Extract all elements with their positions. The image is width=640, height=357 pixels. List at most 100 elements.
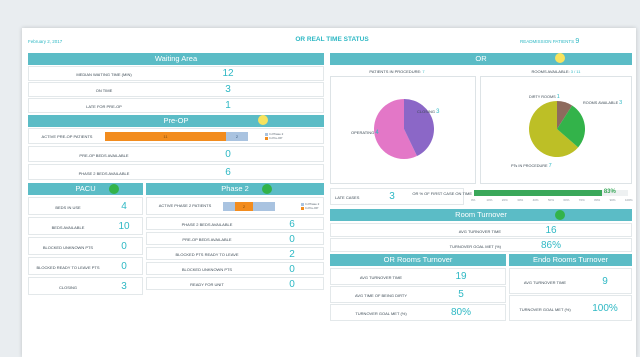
- pacu-row-beds-in-use: BEDS IN USE 4: [28, 197, 143, 215]
- phase2-row-3: BLOCKED UNKNOWN PTs 0: [146, 262, 324, 275]
- phase2-status-dot: [262, 184, 272, 194]
- or-rooms-row-1-value: 5: [458, 289, 464, 300]
- legend-swatch-preop: [265, 136, 268, 140]
- preop-legend: In Phase 2 In Pre-OP: [265, 132, 283, 140]
- preop-legend-b: In Pre-OP: [269, 136, 283, 140]
- pie-label-dirty: DIRTY ROOMS 1: [529, 94, 560, 100]
- or-rooms-pie-panel: DIRTY ROOMS 1 ROOMS AVAILABLE 3 PTs IN P…: [480, 76, 632, 184]
- dashboard-sheet: February 2, 2017 OR REAL TIME STATUS REA…: [22, 28, 636, 357]
- phase2-legend-swatch-b: [301, 206, 304, 210]
- phase2-bar-segment-b: [223, 202, 235, 211]
- endo-rooms-row-0-label: AVG TURNOVER TIME: [523, 280, 567, 285]
- dirty-label: DIRTY ROOMS: [529, 95, 556, 99]
- fcot-axis: 0% 10% 20% 30% 40% 50% 60% 70% 80% 90% 100%: [471, 198, 633, 203]
- phase2-row-0: PHASE 2 BEDS AVAILABLE 6: [146, 217, 324, 230]
- or-rooms-row-2-label: TURNOVER GOAL MET (%): [355, 311, 407, 316]
- phase2-row-0-value: 6: [289, 219, 295, 230]
- phase2-header: Phase 2: [146, 183, 324, 195]
- pacu-header: PACU: [28, 183, 143, 195]
- waiting-row-late: LATE FOR PRE-OP 1: [28, 98, 324, 113]
- operating-label: OPERATING: [351, 130, 375, 135]
- phase2-bar-value-a: 2: [242, 204, 246, 209]
- endo-rooms-row-1-value: 100%: [592, 303, 618, 314]
- or-rooms-row-0: AVG TURNOVER TIME 19: [330, 268, 506, 285]
- waiting-row-median: MEDIAN WAITING TIME (MIN) 12: [28, 66, 324, 81]
- phase2-row-4-value: 0: [289, 279, 295, 290]
- phase2-legend-b: In Pre-OP: [305, 206, 319, 210]
- endo-rooms-row-0: AVG TURNOVER TIME 9: [509, 268, 632, 294]
- preop-active-label: ACTIVE PRE-OP PATIENTS: [41, 134, 93, 139]
- pacu-closing-label: CLOSING: [58, 285, 77, 290]
- endo-rooms-row-0-value: 9: [602, 276, 608, 287]
- fcot-axis-tick: 40%: [532, 198, 539, 202]
- pacu-row-beds-available: BEDS AVAILABLE 10: [28, 217, 143, 235]
- or-header: OR: [330, 53, 632, 65]
- closing-value: 3: [436, 109, 440, 115]
- room-turnover-status-dot: [555, 210, 565, 220]
- readmission-label: READMISSION PATIENTS: [520, 39, 575, 44]
- phase2-row-2-label: BLOCKED PTs READY TO LEAVE: [175, 252, 239, 257]
- waiting-area-header: Waiting Area: [28, 53, 324, 65]
- or-rooms-row-1-label: AVG TIME OF BEING DIRTY: [354, 293, 407, 298]
- phase2-active-label: ACTIVE PHASE 2 PATIENTS: [158, 203, 212, 208]
- pip-pie-value: 7: [548, 163, 552, 169]
- phase2-row-3-value: 0: [289, 264, 295, 275]
- waiting-ontime-value: 3: [225, 84, 231, 95]
- or-pip-label: PATIENTS IN PROCEDURE: [369, 69, 421, 74]
- pip-pie-label: PTs IN PROCEDURE: [511, 164, 548, 168]
- preop-active-row: ACTIVE PRE-OP PATIENTS 11 2 In Phase 2 I…: [28, 128, 324, 144]
- closing-label: CLOSING: [417, 109, 436, 114]
- phase2-bar-segment-a: 2: [235, 202, 253, 211]
- phase2-active-row: ACTIVE PHASE 2 PATIENTS 2 In Phase 2 In …: [146, 197, 324, 215]
- or-rooms-row-1: AVG TIME OF BEING DIRTY 5: [330, 286, 506, 303]
- page-title: OR REAL TIME STATUS: [295, 36, 369, 43]
- pacu-blocked-unknown-label: BLOCKED UNKNOWN PTs: [42, 245, 94, 250]
- room-turnover-goal-value: 86%: [540, 240, 561, 251]
- phase2-row-2: BLOCKED PTs READY TO LEAVE 2: [146, 247, 324, 260]
- waiting-median-label: MEDIAN WAITING TIME (MIN): [76, 72, 132, 77]
- fcot-axis-tick: 70%: [578, 198, 585, 202]
- preop-active-bar: 11 2: [105, 132, 257, 141]
- or-rooms-value: 3 / 11: [570, 69, 581, 74]
- readmission-value: 9: [575, 38, 580, 45]
- dirty-value: 1: [556, 94, 560, 100]
- or-rooms-row-2: TURNOVER GOAL MET (%) 80%: [330, 304, 506, 321]
- phase2-row-4: READY FOR UNIT 0: [146, 277, 324, 290]
- room-turnover-goal-label: TURNOVER GOAL MET (%): [449, 244, 501, 249]
- or-rooms-turnover-header: OR Rooms Turnover: [330, 254, 506, 266]
- preop-beds-row: PRE-OP BEDS AVAILABLE 0: [28, 146, 324, 162]
- room-turnover-avg-row: AVG TURNOVER TIME 16: [330, 223, 632, 237]
- fcot-axis-tick: 30%: [517, 198, 524, 202]
- or-status-dot: [555, 53, 565, 63]
- room-turnover-avg-value: 16: [545, 225, 557, 236]
- or-rooms-row-2-value: 80%: [450, 307, 471, 318]
- preop-beds-value: 0: [225, 149, 231, 160]
- pacu-closing-value: 3: [121, 281, 127, 292]
- fcot-axis-tick: 0%: [471, 198, 476, 202]
- fcot-value: 83%: [603, 189, 616, 195]
- phase2-row-2-value: 2: [289, 249, 295, 260]
- endo-rooms-row-1-label: TURNOVER GOAL MET (%): [519, 307, 571, 312]
- waiting-late-value: 1: [225, 100, 231, 111]
- pie-label-pip: PTs IN PROCEDURE 7: [511, 163, 552, 169]
- preop-header: Pre-OP: [28, 115, 324, 127]
- phase2-beds-value: 6: [225, 167, 231, 178]
- or-pip-summary: PATIENTS IN PROCEDURE: 7: [369, 69, 425, 74]
- endo-rooms-turnover-header: Endo Rooms Turnover: [509, 254, 632, 266]
- pacu-beds-available-value: 10: [118, 221, 130, 232]
- pacu-beds-in-use-value: 4: [121, 201, 127, 212]
- phase2-row-1-label: PRE-OP BEDS AVAILABLE: [182, 237, 232, 242]
- avail-label: ROOMS AVAILABLE: [583, 101, 619, 105]
- phase2-legend: In Phase 2 In Pre-OP: [301, 202, 319, 210]
- operating-value: 4: [375, 130, 379, 136]
- waiting-median-value: 12: [222, 68, 234, 79]
- preop-status-dot: [258, 115, 268, 125]
- fcot-axis-tick: 80%: [594, 198, 601, 202]
- fcot-axis-tick: 90%: [609, 198, 616, 202]
- phase2-row-4-label: READY FOR UNIT: [190, 282, 224, 287]
- fcot-axis-tick: 60%: [563, 198, 570, 202]
- or-rooms-summary: ROOMS AVAILABLE: 3 / 11: [531, 69, 581, 74]
- phase2-row-1: PRE-OP BEDS AVAILABLE 0: [146, 232, 324, 245]
- or-rooms-row-0-value: 19: [455, 271, 467, 282]
- pacu-blocked-unknown-value: 0: [121, 241, 127, 252]
